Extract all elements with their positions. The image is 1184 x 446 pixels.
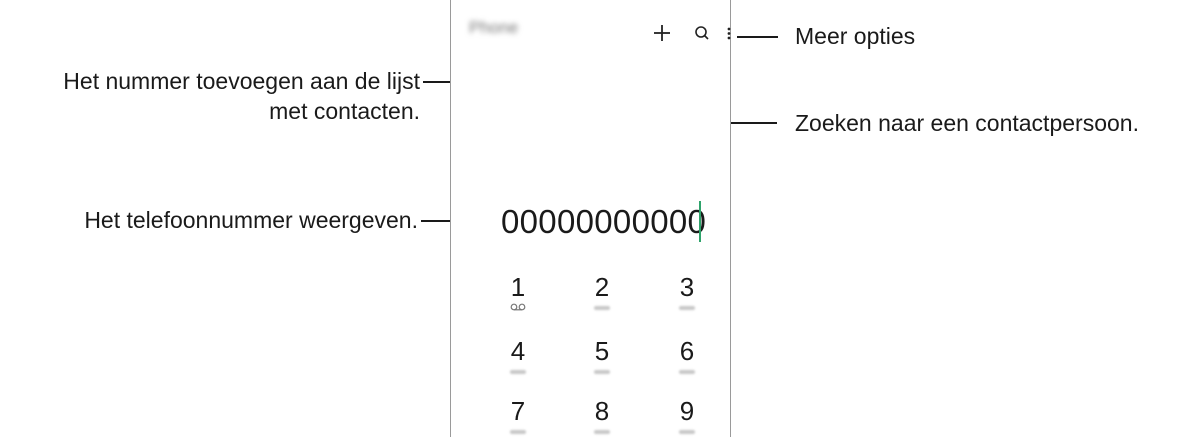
key-letters: [594, 430, 610, 434]
keypad-key-7[interactable]: 7: [488, 396, 548, 446]
search-icon[interactable]: [691, 22, 713, 44]
callout-add-to-contacts: Het nummer toevoegen aan de lijst met co…: [8, 66, 420, 126]
callout-show-number: Het telefoonnummer weergeven.: [84, 207, 418, 233]
keypad-key-4[interactable]: 4: [488, 336, 548, 386]
key-letters: [594, 306, 610, 310]
app-title: Phone: [469, 18, 519, 37]
keypad-key-8[interactable]: 8: [572, 396, 632, 446]
callout-search-contact: Zoeken naar een contactpersoon.: [795, 110, 1139, 136]
key-letters: [679, 370, 695, 374]
key-digit: 5: [594, 336, 610, 366]
phone-number-display[interactable]: 00000000000: [501, 203, 706, 241]
key-letters: [594, 370, 610, 374]
more-options-icon[interactable]: [723, 22, 735, 44]
key-digit: 7: [510, 396, 526, 426]
key-digit: 2: [594, 272, 610, 302]
key-digit: 4: [510, 336, 526, 366]
keypad-key-2[interactable]: 2: [572, 272, 632, 322]
key-digit: 6: [679, 336, 695, 366]
key-digit: 8: [594, 396, 610, 426]
plus-icon[interactable]: [651, 22, 673, 44]
phone-screen: Phone 00000000000 1 2 3 4 5 6 7 8 9: [450, 0, 731, 437]
keypad-key-6[interactable]: 6: [657, 336, 717, 386]
keypad-key-9[interactable]: 9: [657, 396, 717, 446]
callout-add-to-contacts-line2: met contacten.: [269, 98, 420, 124]
voicemail-icon: [510, 303, 526, 311]
key-digit: 3: [679, 272, 695, 302]
keypad-key-5[interactable]: 5: [572, 336, 632, 386]
key-letters: [510, 430, 526, 434]
keypad-key-3[interactable]: 3: [657, 272, 717, 322]
callout-add-to-contacts-line1: Het nummer toevoegen aan de lijst: [63, 68, 420, 94]
key-letters: [510, 370, 526, 374]
keypad-key-1[interactable]: 1: [488, 272, 548, 322]
callout-more-options: Meer opties: [795, 23, 916, 49]
key-digit: 1: [510, 272, 526, 302]
key-digit: 9: [679, 396, 695, 426]
key-letters: [679, 306, 695, 310]
text-cursor: [699, 201, 701, 242]
key-letters: [679, 430, 695, 434]
